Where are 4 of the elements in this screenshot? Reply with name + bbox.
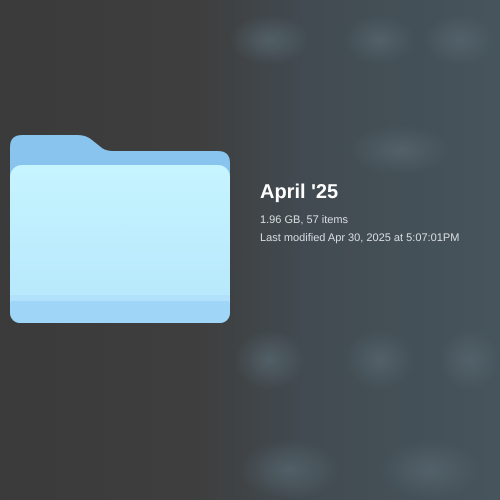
folder-icon: [10, 135, 230, 325]
folder-size-info: 1.96 GB, 57 items: [260, 214, 350, 226]
folder-name: April '25: [260, 180, 340, 204]
modified-date: Last modified Apr 30, 2025 at 5:07:01PM: [260, 232, 460, 244]
